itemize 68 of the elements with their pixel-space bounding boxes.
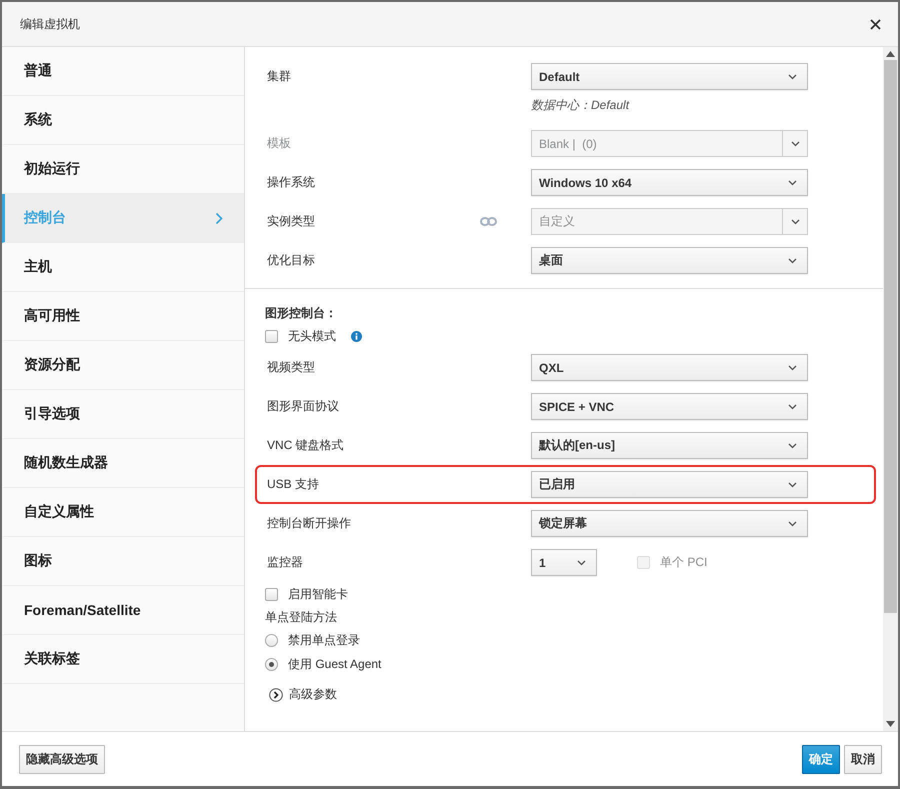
hide-advanced-button[interactable]: 隐藏高级选项 — [19, 744, 105, 774]
radio-button[interactable] — [265, 658, 278, 670]
dropdown[interactable]: QXL — [531, 354, 808, 381]
caret-icon — [788, 258, 797, 264]
caret-icon — [788, 364, 797, 370]
dropdown-button[interactable] — [783, 208, 808, 235]
cancel-button[interactable]: 取消 — [844, 744, 882, 774]
checkbox[interactable] — [265, 330, 278, 342]
dropdown[interactable]: 已启用 — [531, 471, 808, 498]
chevron-right-icon — [215, 212, 223, 224]
caret-icon — [788, 180, 797, 186]
dropdown[interactable]: SPICE + VNC — [531, 393, 808, 420]
field-label: 操作系统 — [267, 174, 315, 191]
sidebar-item[interactable]: 图标 — [2, 537, 244, 586]
field-label: 优化目标 — [267, 252, 315, 269]
checkbox-label: 无头模式 — [288, 328, 336, 344]
dropdown[interactable]: 默认的[en-us] — [531, 432, 808, 459]
caret-icon — [788, 520, 797, 526]
group-label: 单点登陆方法 — [265, 608, 337, 626]
sidebar-item[interactable]: 关联标签 — [2, 635, 244, 684]
section-heading: 图形控制台： — [265, 306, 337, 320]
dropdown[interactable]: 桌面 — [531, 247, 808, 274]
checkbox-label: 单个 PCI — [660, 554, 708, 571]
scroll-down-icon[interactable] — [886, 721, 895, 727]
expander-label[interactable]: 高级参数 — [289, 686, 337, 703]
caret-icon — [577, 560, 586, 566]
caret-icon — [790, 218, 800, 224]
field-label: 视频类型 — [267, 359, 315, 376]
sidebar-item[interactable]: 系统 — [2, 96, 244, 145]
dropdown[interactable]: 1 — [531, 549, 597, 576]
field-label: USB 支持 — [267, 476, 320, 493]
sidebar-item[interactable]: 普通 — [2, 47, 244, 96]
field-label: 监控器 — [267, 554, 304, 571]
sidebar-item[interactable]: 自定义属性 — [2, 488, 244, 537]
checkbox-label: 启用智能卡 — [288, 586, 348, 602]
field-label: 实例类型 — [267, 213, 315, 230]
sidebar-item[interactable]: Foreman/Satellite — [2, 586, 244, 635]
sidebar-item[interactable]: 资源分配 — [2, 341, 244, 390]
field-label: 集群 — [267, 68, 291, 85]
radio-label: 使用 Guest Agent — [288, 656, 382, 672]
sidebar-item[interactable]: 引导选项 — [2, 390, 244, 439]
chevron-right-icon[interactable] — [269, 688, 283, 702]
dialog-title: 编辑虚拟机 — [20, 16, 80, 32]
close-icon[interactable] — [870, 18, 881, 30]
scrollbar[interactable] — [883, 47, 898, 731]
caret-icon — [788, 74, 797, 80]
field-label: 控制台断开操作 — [267, 515, 351, 532]
caret-icon — [788, 404, 797, 410]
dropdown-button[interactable] — [783, 130, 808, 157]
caret-icon — [790, 140, 800, 146]
field-label: 图形界面协议 — [267, 398, 339, 415]
caret-icon — [788, 442, 797, 448]
dropdown[interactable]: Windows 10 x64 — [531, 169, 808, 196]
dropdown[interactable]: Default — [531, 63, 808, 90]
scroll-up-icon[interactable] — [886, 51, 895, 57]
radio-label: 禁用单点登录 — [288, 632, 360, 648]
sidebar-item[interactable]: 随机数生成器 — [2, 439, 244, 488]
caret-icon — [788, 482, 797, 488]
info-icon[interactable] — [351, 330, 362, 342]
field-label: VNC 键盘格式 — [267, 437, 344, 454]
checkbox[interactable] — [265, 588, 278, 600]
field-label: 模板 — [267, 135, 291, 152]
field-note: 数据中心：Default — [531, 97, 630, 114]
link-icon — [480, 217, 497, 226]
sidebar-item[interactable]: 主机 — [2, 243, 244, 292]
sidebar-item[interactable]: 高可用性 — [2, 292, 244, 341]
radio-button[interactable] — [265, 634, 278, 646]
dropdown[interactable]: 锁定屏幕 — [531, 510, 808, 537]
